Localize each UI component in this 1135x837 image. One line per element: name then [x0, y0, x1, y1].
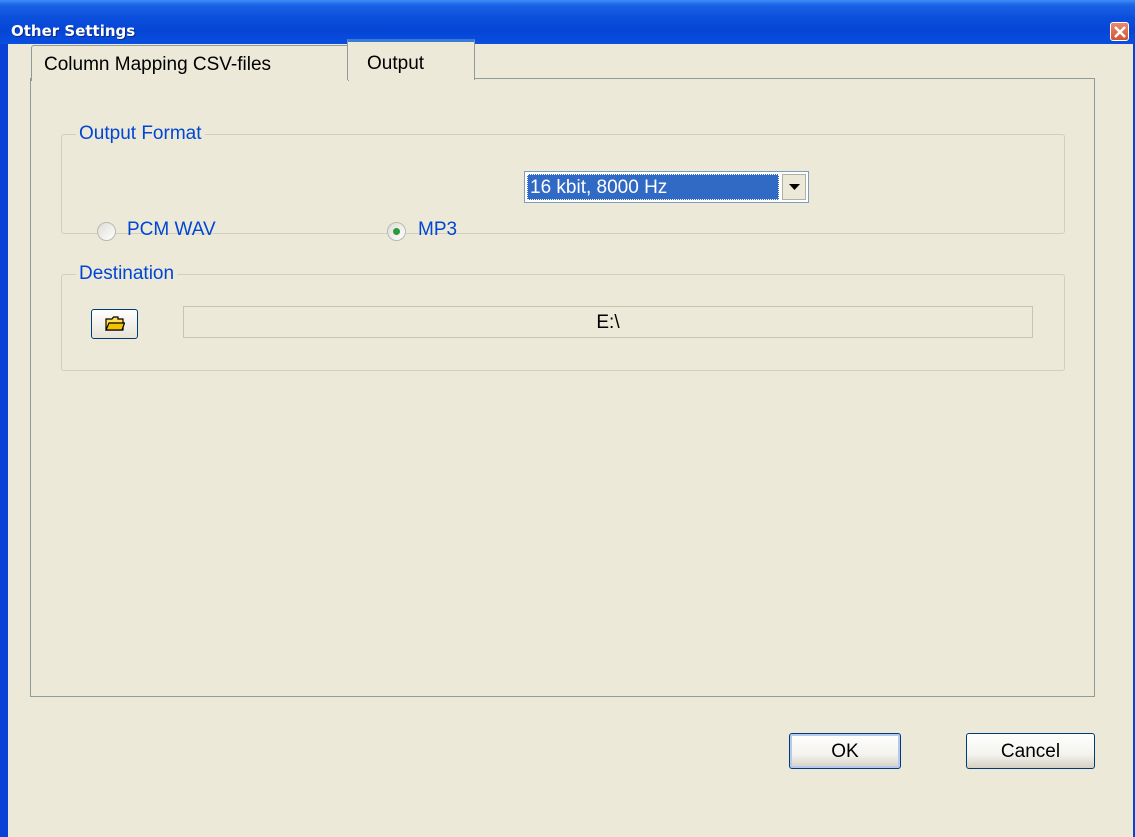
mp3-label[interactable]: MP3	[418, 219, 457, 241]
mp3-quality-select[interactable]: 16 kbit, 8000 Hz	[524, 171, 809, 203]
destination-path-field: E:\	[183, 306, 1033, 338]
tab-output[interactable]: Output	[347, 39, 475, 80]
mp3-radio[interactable]	[387, 222, 406, 241]
close-icon[interactable]	[1110, 22, 1129, 41]
mp3-quality-value: 16 kbit, 8000 Hz	[527, 174, 779, 200]
tab-label: Output	[367, 53, 425, 74]
destination-legend: Destination	[79, 263, 175, 284]
pcm-wav-label[interactable]: PCM WAV	[127, 219, 216, 241]
chevron-down-icon[interactable]	[782, 174, 806, 200]
folder-icon	[105, 316, 125, 331]
cancel-button[interactable]: Cancel	[966, 733, 1095, 769]
title-bar[interactable]: Other Settings	[0, 0, 1135, 44]
browse-folder-button[interactable]	[91, 309, 138, 339]
dialog-window: Other Settings Column Mapping CSV-files …	[0, 0, 1135, 837]
tab-label: Column Mapping CSV-files	[44, 54, 272, 75]
pcm-wav-radio[interactable]	[97, 222, 116, 241]
output-format-legend: Output Format	[79, 123, 202, 144]
ok-button[interactable]: OK	[789, 733, 901, 769]
radio-selected-dot	[393, 228, 400, 235]
tab-column-mapping[interactable]: Column Mapping CSV-files	[31, 45, 349, 81]
window-title: Other Settings	[11, 22, 136, 40]
